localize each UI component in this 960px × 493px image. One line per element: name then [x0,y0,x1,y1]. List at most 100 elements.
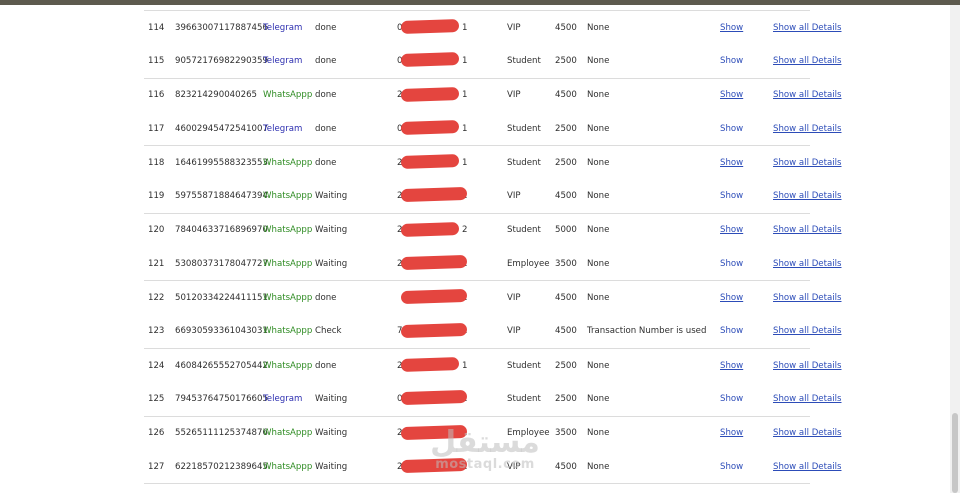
table-row: 122 50120334224411151WhatsApppdone 1VIP 450… [144,281,842,315]
redaction-mark [400,86,460,102]
show-all-details-link[interactable]: Show all Details [773,89,842,101]
amount: 3500 [555,428,577,439]
transaction-number: 39663007117887456 [175,10,268,45]
error-message: None [587,44,720,79]
row-id: 125 [144,382,175,417]
phone-cell: 01 [397,44,462,79]
show-all-details-link[interactable]: Show all Details [773,461,842,473]
error-message: None [587,157,610,168]
show-link[interactable]: Show [720,326,743,336]
platform-label: Telegram [263,111,315,147]
ticket-count: 1 [462,449,507,485]
show-all-details-link[interactable]: Show all Details [773,22,842,34]
amount: 2500 [555,44,587,79]
scrollbar-thumb[interactable] [952,413,958,493]
error-message: None [587,449,720,485]
amount: 2500 [555,111,587,147]
redaction-mark [400,457,468,474]
show-cell: Show [720,213,773,247]
platform-label: WhatsAppp [263,247,315,282]
error-message: None [587,428,610,439]
ticket-count: 1 [462,247,507,282]
table-row: 11746002945472541007Telegramdone091Stude… [144,111,842,147]
redaction-mark [400,289,468,305]
table-row: 12366930593361043031WhatsApppCheck71VIP4… [144,314,842,349]
show-all-details-link[interactable]: Show all Details [773,325,842,337]
platform-label: WhatsAppp [263,449,315,485]
amount: 2500 [555,157,577,168]
redaction-mark [400,254,468,271]
show-cell: Show [720,314,773,349]
details-cell: Show all Details [773,10,842,45]
show-all-details-link[interactable]: Show all Details [773,157,842,169]
top-bar [0,0,960,5]
transactions-table-body: 11439663007117887456Telegramdone091VIP45… [144,10,842,485]
show-all-details-link[interactable]: Show all Details [773,190,842,202]
show-all-details-link[interactable]: Show all Details [773,258,842,270]
phone-cell: 2 [397,179,468,214]
redaction-mark [400,18,460,35]
details-cell: Show all Details [773,78,842,112]
show-link[interactable]: Show [720,158,743,168]
redaction-mark [400,322,468,338]
show-link[interactable]: Show [720,23,743,33]
details-cell: Show all Details [773,348,842,382]
show-link[interactable]: Show [720,225,743,235]
phone-cell: 2 [397,449,468,485]
show-link[interactable]: Show [720,361,743,371]
ticket-count: 1 [462,157,468,168]
ticket-type: Student [507,225,541,236]
show-link[interactable]: Show [720,462,743,472]
row-id: 118 [148,157,165,168]
show-link[interactable]: Show [720,191,743,201]
show-all-details-link[interactable]: Show all Details [773,55,842,67]
show-link[interactable]: Show [720,259,743,269]
redaction-mark [400,52,460,68]
phone-cell: 7 [397,314,468,349]
table-row: 11439663007117887456Telegramdone091VIP45… [144,10,842,45]
phone-cell: 24 [397,213,462,247]
ticket-count: 1 [462,314,507,349]
show-all-details-link[interactable]: Show all Details [773,427,842,439]
show-link[interactable]: Show [720,293,743,303]
row-id: 116 [148,90,165,101]
amount: 4500 [555,293,577,304]
amount: 4500 [555,179,587,214]
status-text: Waiting [315,225,348,236]
table-row: 118 16461995588323553WhatsApppdone 241 Stud… [144,146,842,180]
show-all-details-link[interactable]: Show all Details [773,123,842,135]
error-message: None [587,111,720,147]
row-id: 122 [148,293,165,304]
show-all-details-link[interactable]: Show all Details [773,360,842,372]
show-link[interactable]: Show [720,394,743,404]
details-cell: Show all Details [773,179,842,214]
redaction-mark [400,390,468,406]
phone-cell: 09 [397,111,462,147]
show-link[interactable]: Show [720,124,743,134]
transaction-number: 53080373178047727 [175,247,268,282]
table-row: 11959755871884647394WhatsApppWaiting21VI… [144,179,842,214]
transaction-number: 78404633716896970 [175,225,268,236]
error-message: Transaction Number is used [587,314,720,349]
error-message: None [587,293,610,304]
details-cell: Show all Details [773,382,842,417]
ticket-type: Student [507,111,555,147]
row-id: 123 [144,314,175,349]
show-cell: Show [720,179,773,214]
show-all-details-link[interactable]: Show all Details [773,393,842,405]
show-cell: Show [720,348,773,382]
show-link[interactable]: Show [720,56,743,66]
table-row: 124 46084265552705442WhatsApppdone 241 Stud… [144,348,842,382]
show-link[interactable]: Show [720,428,743,438]
show-all-details-link[interactable]: Show all Details [773,292,842,304]
status-text: done [315,360,337,371]
status-text: Check [315,314,397,349]
details-cell: Show all Details [773,111,842,147]
phone-cell: 24 [397,78,462,112]
transaction-number: 46002945472541007 [175,111,268,147]
show-link[interactable]: Show [720,90,743,100]
error-message: None [587,225,610,236]
show-all-details-link[interactable]: Show all Details [773,224,842,236]
transaction-number: 59755871884647394 [175,179,268,214]
status-text: Waiting [315,382,397,417]
